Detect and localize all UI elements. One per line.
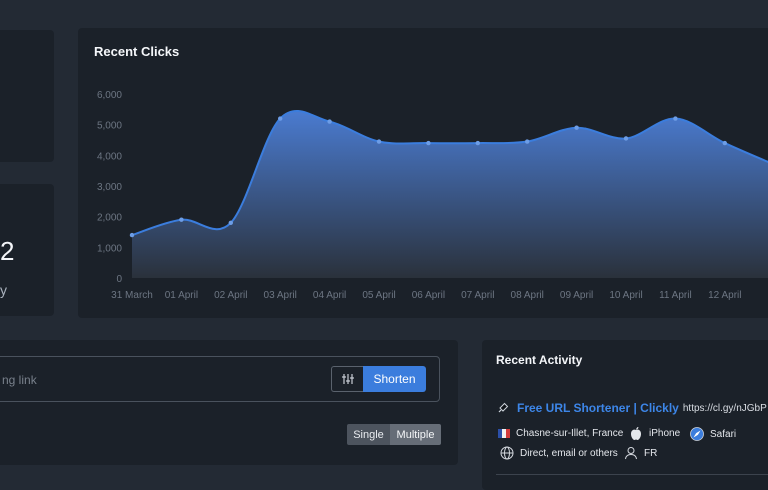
chart-point[interactable] (228, 220, 233, 225)
x-tick-label: 04 April (313, 290, 346, 301)
user-icon (625, 447, 637, 460)
x-tick-label: 03 April (264, 290, 297, 301)
language-text: FR (644, 447, 658, 459)
activity-item[interactable]: Free URL Shortener | Clickly https://cl.… (497, 401, 767, 415)
single-toggle[interactable]: Single (347, 424, 390, 445)
chart-point[interactable] (673, 116, 678, 121)
recent-clicks-chart: 0 1,000 2,000 3,000 4,000 5,000 6,000 31 March… (97, 90, 768, 301)
x-tick-label: 06 April (412, 290, 445, 301)
x-tick-label: 31 March (111, 290, 153, 301)
chart-point[interactable] (722, 140, 727, 146)
activity-divider (496, 474, 768, 475)
sliders-icon (341, 374, 354, 384)
activity-language: FR (624, 446, 657, 460)
chart-point[interactable] (426, 140, 431, 146)
y-tick-label: 1,000 (97, 243, 122, 254)
x-tick-label: 05 April (362, 290, 395, 301)
activity-device: iPhone (629, 426, 680, 441)
chart-point[interactable] (376, 139, 382, 144)
x-tick-label: 01 April (165, 290, 198, 301)
y-tick-label: 5,000 (97, 121, 122, 132)
chart-point[interactable] (623, 136, 629, 141)
activity-title: Recent Activity (496, 353, 583, 367)
referrer-text: Direct, email or others (520, 447, 618, 459)
multiple-toggle[interactable]: Multiple (390, 424, 441, 445)
safari-icon (690, 427, 704, 441)
x-tick-label: 10 April (609, 290, 642, 301)
chart-point[interactable] (278, 116, 283, 121)
y-tick-label: 6,000 (97, 90, 122, 101)
url-input[interactable] (0, 369, 204, 391)
chart-area (132, 111, 768, 278)
shorten-button[interactable]: Shorten (363, 366, 426, 392)
activity-link-title[interactable]: Free URL Shortener | Clickly (517, 401, 679, 415)
chart-point[interactable] (475, 140, 480, 146)
chart-point[interactable] (327, 119, 332, 124)
settings-button[interactable] (331, 366, 363, 392)
x-tick-label: 12 April (708, 290, 741, 301)
chart-point[interactable] (525, 139, 530, 144)
location-text: Chasne-sur-Illet, France (516, 428, 624, 439)
y-tick-label: 3,000 (97, 182, 122, 193)
y-tick-label: 4,000 (97, 151, 122, 162)
link-icon (498, 402, 509, 413)
france-flag-icon (498, 429, 510, 438)
y-tick-label: 0 (116, 274, 122, 285)
activity-referrer: Direct, email or others (500, 446, 618, 460)
activity-location: Chasne-sur-Illet, France (498, 428, 623, 439)
activity-url: https://cl.gy/nJGbP (682, 402, 767, 414)
device-text: iPhone (649, 428, 681, 439)
x-axis: 31 March 01 April 02 April 03 April 04 April… (111, 290, 741, 301)
x-tick-label: 11 April (659, 290, 692, 301)
x-tick-label: 02 April (214, 290, 247, 301)
y-axis: 0 1,000 2,000 3,000 4,000 5,000 6,000 (97, 90, 122, 285)
browser-text: Safari (710, 428, 737, 440)
chart-point[interactable] (574, 125, 579, 130)
x-tick-label: 08 April (511, 290, 544, 301)
activity-browser: Safari (690, 427, 736, 441)
x-tick-label: 07 April (461, 290, 494, 301)
apple-icon (631, 427, 641, 440)
chart-point[interactable] (179, 217, 184, 222)
globe-icon (500, 446, 514, 460)
chart-point[interactable] (129, 232, 135, 238)
y-tick-label: 2,000 (97, 213, 122, 224)
x-tick-label: 09 April (560, 290, 593, 301)
